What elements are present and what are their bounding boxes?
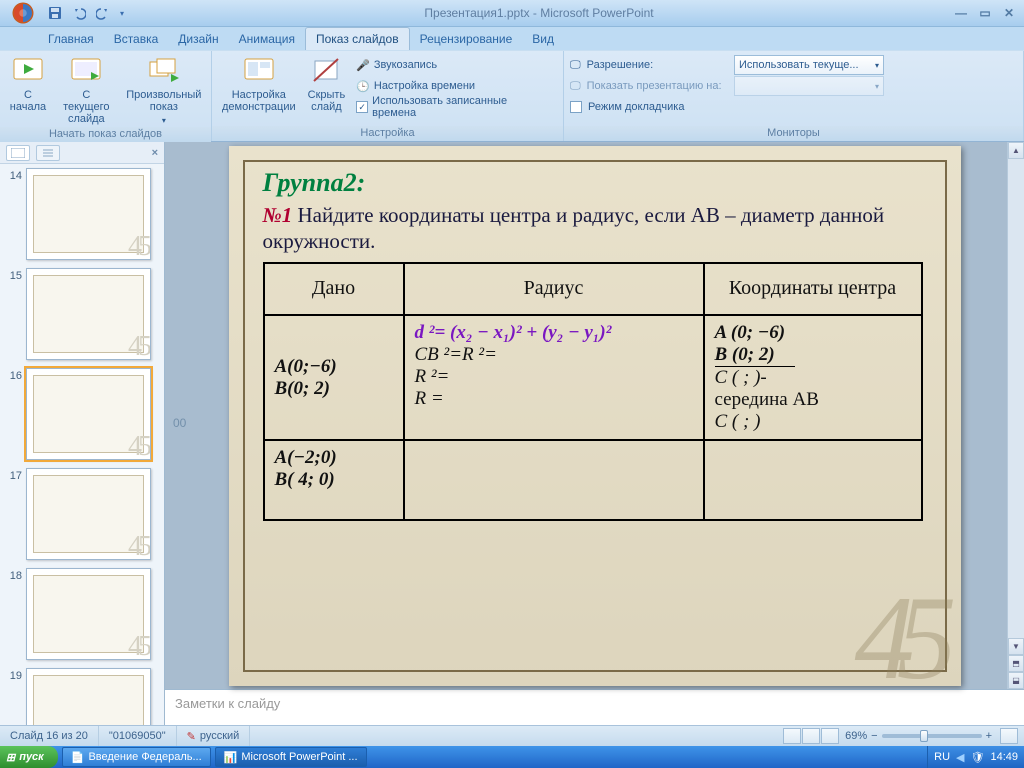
- monitor-icon: 🖵: [570, 59, 581, 72]
- language-indicator[interactable]: RU: [934, 751, 950, 763]
- setup-show-button[interactable]: Настройка демонстрации: [218, 53, 300, 113]
- slide-panel: × 1445 1545 1645 1745 1845 1945: [0, 142, 165, 725]
- chevron-down-icon: ▾: [875, 82, 879, 91]
- checkbox-icon: ✓: [356, 101, 368, 113]
- slides-tab[interactable]: [6, 145, 30, 161]
- record-narration-button[interactable]: 🎤Звукозапись: [353, 55, 557, 75]
- slide-heading: Группа2:: [263, 168, 933, 198]
- restore-button[interactable]: ▭: [974, 4, 996, 22]
- undo-icon[interactable]: [68, 2, 90, 24]
- presenter-view-label: Режим докладчика: [588, 101, 684, 113]
- sorter-view-button[interactable]: [802, 728, 820, 744]
- slide-task: №1 Найдите координаты центра и радиус, е…: [263, 202, 933, 254]
- slideshow-view-button[interactable]: [821, 728, 839, 744]
- show-on-label: Показать презентацию на:: [587, 80, 722, 92]
- rehearse-timings-button[interactable]: 🕒Настройка времени: [353, 76, 557, 96]
- tab-home[interactable]: Главная: [38, 28, 104, 50]
- resolution-combo[interactable]: Использовать текуще...▾: [734, 55, 884, 75]
- play-icon: [12, 55, 44, 87]
- hide-slide-icon: [310, 55, 342, 87]
- status-language[interactable]: ✎русский: [177, 726, 251, 746]
- clock[interactable]: 14:49: [990, 751, 1018, 763]
- vertical-scrollbar[interactable]: ▲ ▼ ⬒ ⬓: [1007, 142, 1024, 689]
- spellcheck-icon: ✎: [187, 730, 196, 743]
- start-button[interactable]: ⊞пуск: [0, 746, 58, 768]
- next-slide-icon[interactable]: ⬓: [1008, 672, 1024, 689]
- status-bar: Слайд 16 из 20 "01069050" ✎русский 69% −…: [0, 725, 1024, 746]
- tray-icon[interactable]: ◀: [956, 751, 964, 764]
- title-bar: ▾ Презентация1.pptx - Microsoft PowerPoi…: [0, 0, 1024, 27]
- status-slide: Слайд 16 из 20: [0, 726, 99, 746]
- save-icon[interactable]: [44, 2, 66, 24]
- thumbnail[interactable]: 1645: [4, 368, 164, 460]
- system-tray[interactable]: RU ◀ 🛡 14:49: [927, 746, 1024, 768]
- thumbnail[interactable]: 1745: [4, 468, 164, 560]
- clock-icon: 🕒: [356, 80, 370, 93]
- resolution-label: Разрешение:: [587, 59, 654, 71]
- custom-show-button[interactable]: Произвольный показ▾: [123, 53, 205, 127]
- slide-canvas[interactable]: 45 Группа2: №1 Найдите координаты центра…: [229, 146, 961, 686]
- ribbon: С начала С текущего слайда Произвольный …: [0, 50, 1024, 142]
- panel-close-icon[interactable]: ×: [152, 147, 158, 159]
- thumbnail[interactable]: 1545: [4, 268, 164, 360]
- zoom-in-button[interactable]: +: [986, 730, 992, 742]
- powerpoint-icon: 📊: [224, 751, 238, 764]
- close-button[interactable]: ✕: [998, 4, 1020, 22]
- thumbnail[interactable]: 1845: [4, 568, 164, 660]
- thumbnail[interactable]: 1445: [4, 168, 164, 260]
- redo-icon[interactable]: [92, 2, 114, 24]
- minimize-button[interactable]: —: [950, 4, 972, 22]
- setup-icon: [243, 55, 275, 87]
- monitor-icon: 🖵: [570, 80, 581, 93]
- taskbar-item[interactable]: 📄Введение Федераль...: [62, 747, 211, 767]
- office-button[interactable]: [4, 0, 42, 27]
- zoom-slider[interactable]: [882, 734, 982, 738]
- scroll-down-icon[interactable]: ▼: [1008, 638, 1024, 655]
- thumbnail-list[interactable]: 1445 1545 1645 1745 1845 1945: [0, 164, 164, 725]
- tab-design[interactable]: Дизайн: [168, 28, 228, 50]
- tab-slideshow[interactable]: Показ слайдов: [305, 27, 410, 50]
- group-label-monitors: Мониторы: [564, 126, 1023, 141]
- hide-slide-button[interactable]: Скрыть слайд: [304, 53, 350, 113]
- fit-to-window-button[interactable]: [1000, 728, 1018, 744]
- show-on-combo[interactable]: ▾: [734, 76, 884, 96]
- scroll-up-icon[interactable]: ▲: [1008, 142, 1024, 159]
- slide-table: Дано Радиус Координаты центра A(0;−6) B(…: [263, 262, 923, 521]
- zoom-out-button[interactable]: −: [871, 730, 877, 742]
- taskbar: ⊞пуск 📄Введение Федераль... 📊Microsoft P…: [0, 746, 1024, 768]
- notes-pane[interactable]: Заметки к слайду: [165, 689, 1024, 725]
- tab-review[interactable]: Рецензирование: [410, 28, 523, 50]
- use-timings-checkbox[interactable]: ✓Использовать записанные времена: [353, 97, 557, 117]
- taskbar-item[interactable]: 📊Microsoft PowerPoint ...: [215, 747, 367, 767]
- tab-insert[interactable]: Вставка: [104, 28, 169, 50]
- window-title: Презентация1.pptx - Microsoft PowerPoint: [128, 6, 950, 20]
- outline-tab[interactable]: [36, 145, 60, 161]
- normal-view-button[interactable]: [783, 728, 801, 744]
- custom-show-icon: [148, 55, 180, 87]
- qat-more-icon[interactable]: ▾: [116, 2, 128, 24]
- tab-view[interactable]: Вид: [522, 28, 564, 50]
- ribbon-tabs: Главная Вставка Дизайн Анимация Показ сл…: [0, 27, 1024, 50]
- group-label-setup: Настройка: [212, 126, 563, 141]
- windows-icon: ⊞: [6, 751, 15, 764]
- thumbnail[interactable]: 1945: [4, 668, 164, 725]
- status-theme: "01069050": [99, 726, 177, 746]
- from-beginning-button[interactable]: С начала: [6, 53, 50, 113]
- slide-editor[interactable]: 00 45 Группа2: №1 Найдите координаты цен…: [165, 142, 1024, 689]
- tray-icon[interactable]: 🛡: [971, 751, 985, 764]
- play-current-icon: [70, 55, 102, 87]
- workspace: × 1445 1545 1645 1745 1845 1945 00 45 Гр…: [0, 142, 1024, 725]
- chevron-down-icon: ▾: [875, 61, 879, 70]
- prev-slide-icon[interactable]: ⬒: [1008, 655, 1024, 672]
- presenter-view-checkbox[interactable]: [570, 101, 582, 113]
- tab-animation[interactable]: Анимация: [229, 28, 305, 50]
- mic-icon: 🎤: [356, 59, 370, 72]
- from-current-button[interactable]: С текущего слайда: [54, 53, 119, 125]
- word-icon: 📄: [71, 751, 85, 764]
- group-label-start: Начать показ слайдов: [0, 127, 211, 142]
- ruler-mark: 00: [173, 416, 186, 430]
- zoom-level[interactable]: 69%: [845, 730, 867, 742]
